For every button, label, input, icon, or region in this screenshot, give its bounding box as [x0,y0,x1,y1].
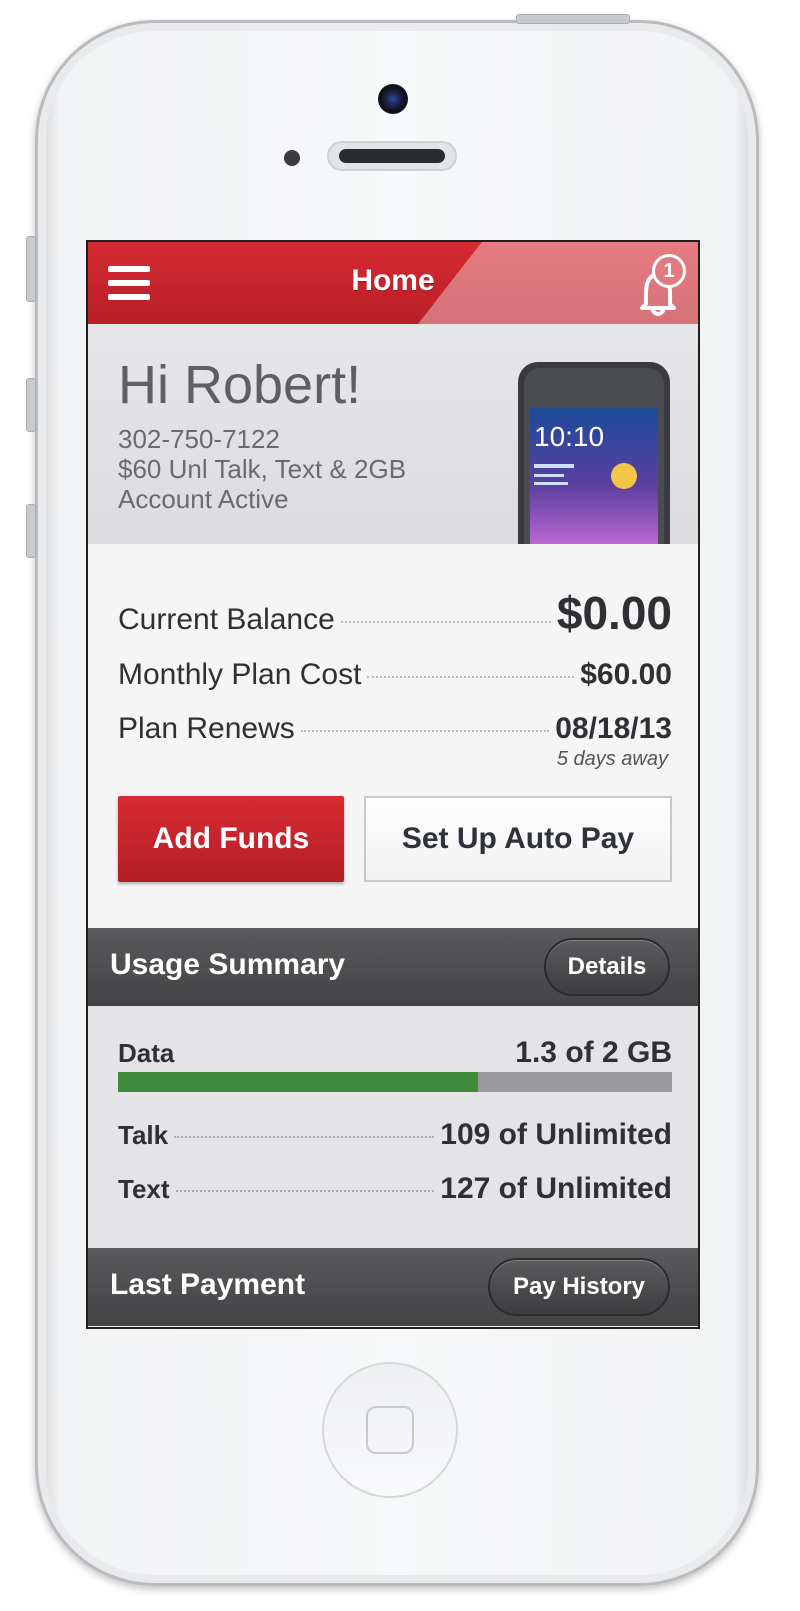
front-camera [378,84,408,114]
device-image: 10:10 [518,362,670,546]
screen-glare [418,242,698,324]
data-usage-bar [118,1072,672,1092]
plan-renews-date: 08/18/13 [555,712,672,745]
data-usage-value: 1.3 of 2 GB [515,1036,672,1069]
usage-summary-title: Usage Summary [110,948,346,981]
data-label: Data [118,1038,175,1068]
device-clock: 10:10 [534,421,604,452]
monthly-cost-value: $60.00 [580,658,672,691]
usage-summary: Data 1.3 of 2 GB Talk 109 of Unlimited T… [88,1006,698,1248]
top-app-bar: Home 1 [88,242,698,324]
talk-usage-value: 109 of Unlimited [440,1118,672,1151]
data-usage-row: Data 1.3 of 2 GB [118,1036,672,1070]
details-button[interactable]: Details [544,938,670,996]
data-usage-fill [118,1072,479,1092]
earpiece-speaker [327,141,457,171]
renewal-countdown: 5 days away [556,748,668,770]
volume-down-button [26,504,36,558]
power-button [516,14,630,24]
plan-name: $60 Unl Talk, Text & 2GB [118,454,407,484]
plan-renews-label: Plan Renews [118,712,295,745]
greeting-text: Hi Robert! [118,355,362,415]
pay-history-button[interactable]: Pay History [488,1258,670,1316]
volume-up-button [26,378,36,432]
add-funds-button[interactable]: Add Funds [118,796,344,882]
last-payment-title: Last Payment [110,1268,306,1301]
last-payment-header: Last Payment Pay History [88,1248,698,1326]
home-button[interactable] [322,1362,458,1498]
app-screen: Home 1 Hi Robert! 302-750-7122 $60 Unl T… [86,240,700,1329]
phone-number: 302-750-7122 [118,424,280,454]
text-usage-value: 127 of Unlimited [440,1172,672,1205]
text-usage-row: Text 127 of Unlimited [118,1172,672,1206]
current-balance-label: Current Balance [118,603,335,636]
monthly-cost-row: Monthly Plan Cost $60.00 [118,658,672,692]
monthly-cost-label: Monthly Plan Cost [118,658,362,691]
auto-pay-button[interactable]: Set Up Auto Pay [364,796,672,882]
account-status: Account Active [118,484,289,514]
text-label: Text [118,1174,170,1204]
mute-switch [26,236,36,302]
talk-label: Talk [118,1120,169,1150]
current-balance-row: Current Balance $0.00 [118,586,672,640]
current-balance-value: $0.00 [556,587,672,639]
usage-summary-header: Usage Summary Details [88,928,698,1006]
plan-renews-row: Plan Renews 08/18/13 [118,712,672,746]
account-summary: Hi Robert! 302-750-7122 $60 Unl Talk, Te… [88,324,698,546]
talk-usage-row: Talk 109 of Unlimited [118,1118,672,1152]
proximity-sensor [284,150,300,166]
